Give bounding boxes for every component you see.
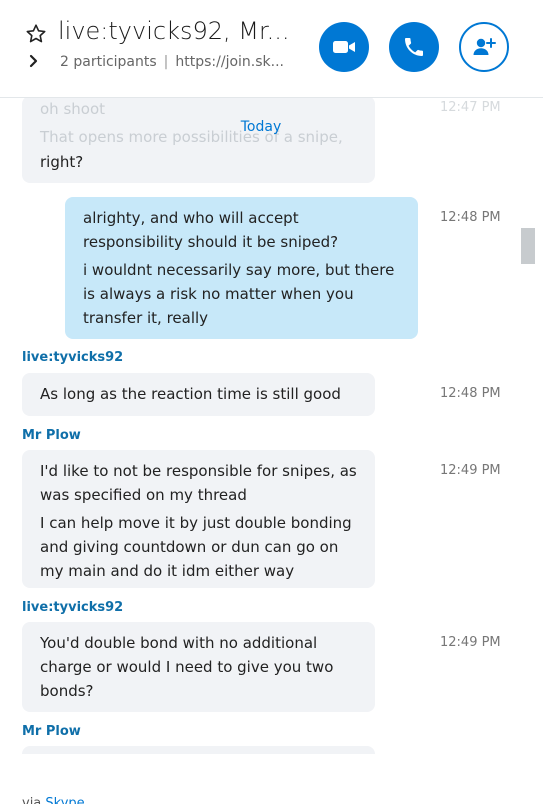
via-prefix: via [22, 796, 42, 804]
date-divider: Today [240, 119, 282, 135]
message-bubble[interactable]: I'd like to not be responsible for snipe… [22, 450, 375, 588]
join-link[interactable]: https://join.sk... [175, 54, 284, 70]
subtitle-separator: | [163, 54, 169, 70]
conversation-subtitle: 2 participants | https://join.sk... [60, 54, 284, 70]
conversation-header: live:tyvicks92, Mr... 2 participants | htt… [0, 0, 543, 98]
star-icon[interactable] [24, 22, 48, 46]
video-call-button[interactable] [319, 22, 369, 72]
message-time: 12:48 PM [440, 210, 501, 225]
message-bubble[interactable] [22, 746, 375, 754]
message-text: I'd like to not be responsible for snipe… [40, 462, 357, 504]
message-text: I can help move it by just double bondin… [40, 514, 352, 580]
message-bubble-faded: oh shoot That opens more possibilities o… [22, 96, 375, 183]
skype-link[interactable]: Skype [45, 796, 84, 804]
sender-name[interactable]: live:tyvicks92 [22, 600, 123, 615]
message-text: i wouldnt necessarily say more, but ther… [83, 261, 395, 327]
message-text: You'd double bond with no additional cha… [40, 634, 334, 700]
add-participant-button[interactable] [459, 22, 509, 72]
message-text: As long as the reaction time is still go… [40, 385, 341, 403]
message-time: 12:49 PM [440, 463, 501, 478]
message-time: 12:48 PM [440, 386, 501, 401]
video-camera-icon [333, 41, 355, 53]
add-person-icon [473, 38, 496, 55]
sender-name[interactable]: live:tyvicks92 [22, 350, 123, 365]
sender-name[interactable]: Mr Plow [22, 428, 81, 443]
audio-call-button[interactable] [389, 22, 439, 72]
message-bubble[interactable]: As long as the reaction time is still go… [22, 373, 375, 416]
conversation-title[interactable]: live:tyvicks92, Mr... [58, 17, 298, 45]
participants-count[interactable]: 2 participants [60, 54, 157, 70]
chat-scrollbar[interactable] [521, 228, 535, 264]
chevron-right-icon[interactable] [26, 53, 42, 69]
phone-icon [405, 38, 423, 56]
message-text: alrighty, and who will accept responsibi… [83, 209, 339, 251]
faded-line-1: oh shoot [40, 100, 106, 118]
message-bubble-own[interactable]: alrighty, and who will accept responsibi… [65, 197, 418, 339]
message-bubble[interactable]: You'd double bond with no additional cha… [22, 622, 375, 712]
via-skype-footer: via Skype [22, 796, 85, 804]
faded-message-time: 12:47 PM [440, 100, 501, 115]
sender-name[interactable]: Mr Plow [22, 724, 81, 739]
faded-line-3: right? [40, 153, 84, 171]
message-time: 12:49 PM [440, 635, 501, 650]
